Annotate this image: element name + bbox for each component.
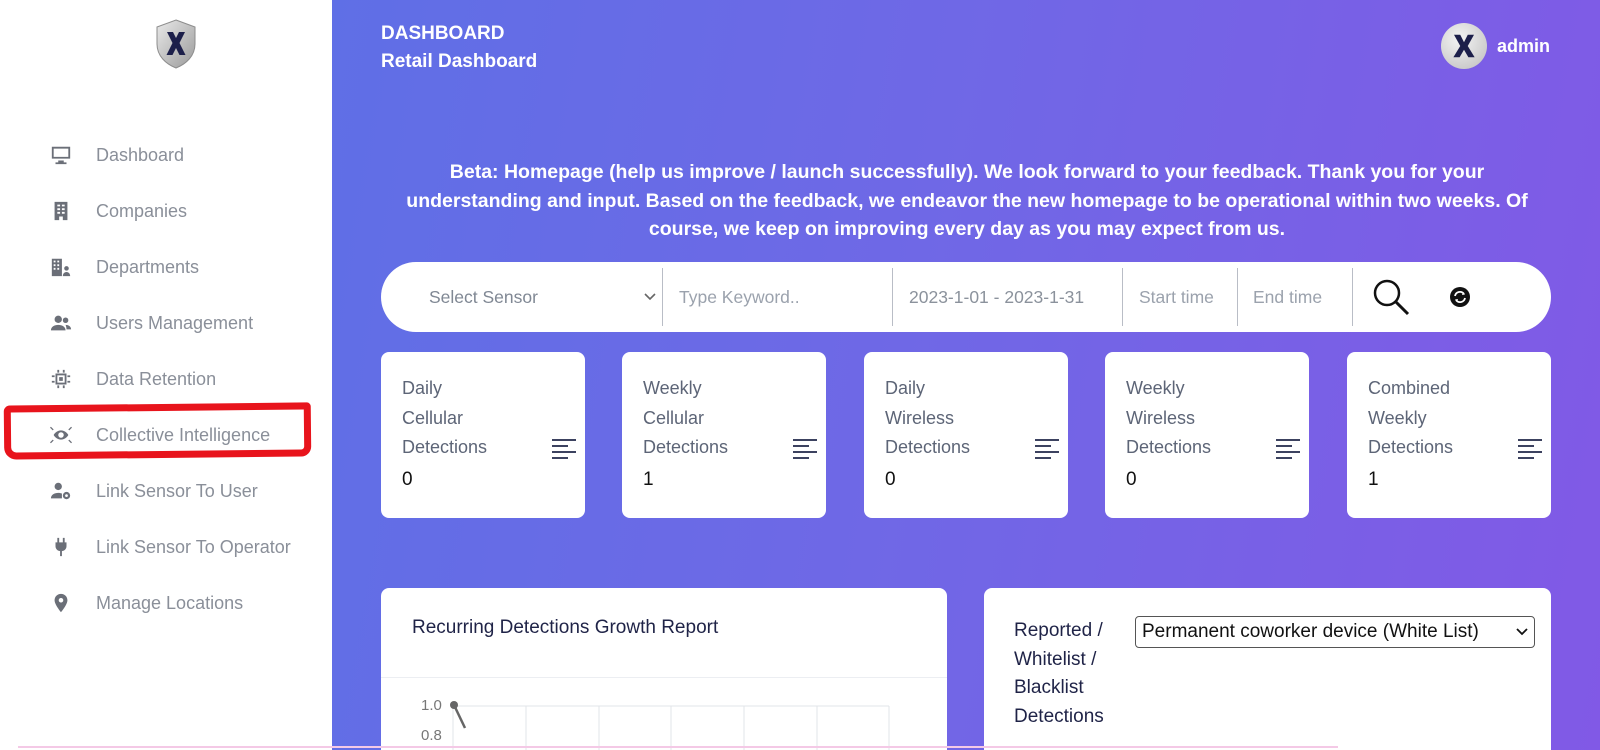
sidebar-item-link-sensor-to-user[interactable]: Link Sensor To User (0, 463, 332, 519)
plug-icon (48, 534, 74, 560)
section-title: DASHBOARD (381, 23, 505, 44)
stat-card-combined-weekly: Combined Weekly Detections 1 (1347, 352, 1551, 518)
stat-value: 1 (1368, 469, 1379, 490)
keyword-input[interactable]: Type Keyword.. (663, 268, 893, 326)
monitor-icon (48, 142, 74, 168)
sidebar-item-label: Data Retention (96, 368, 217, 389)
sidebar-item-label: Manage Locations (96, 592, 244, 613)
user-gear-icon (48, 478, 74, 504)
stat-card-weekly-wireless: Weekly Wireless Detections 0 (1105, 352, 1309, 518)
stat-label: Daily Wireless Detections (885, 378, 971, 457)
beta-notice: Beta: Homepage (help us improve / launch… (406, 161, 1528, 240)
sidebar-item-dashboard[interactable]: Dashboard (0, 127, 332, 183)
building-icon (48, 198, 74, 224)
date-range-input[interactable]: 2023-1-01 - 2023-1-31 (893, 268, 1123, 326)
y-tick-label: 0.8 (421, 727, 442, 744)
data-point[interactable] (450, 701, 458, 709)
list-type-select[interactable]: Permanent coworker device (White List) (1135, 616, 1535, 648)
menu-lines-icon[interactable] (1517, 438, 1543, 460)
menu-lines-icon[interactable] (551, 438, 577, 460)
stat-card-weekly-cellular: Weekly Cellular Detections 1 (622, 352, 826, 518)
filter-actions (1353, 277, 1471, 317)
stat-card-daily-wireless: Daily Wireless Detections 0 (864, 352, 1068, 518)
sidebar-nav: Dashboard Companies Departments Users Ma… (0, 127, 332, 631)
menu-lines-icon[interactable] (1275, 438, 1301, 460)
stat-label: Weekly Wireless Detections (1126, 378, 1212, 457)
stats-cards: Daily Cellular Detections 0 Weekly Cellular… (381, 352, 1551, 518)
sidebar-item-label: Link Sensor To User (96, 480, 258, 501)
list-type-select-value: Permanent coworker device (White List) (1142, 621, 1479, 642)
users-icon (48, 310, 74, 336)
stat-label: Daily Cellular Detections (402, 378, 488, 457)
sidebar-item-label: Link Sensor To Operator (96, 536, 291, 557)
department-icon (48, 254, 74, 280)
sidebar-item-label: Users Management (96, 312, 254, 333)
sidebar-item-companies[interactable]: Companies (0, 183, 332, 239)
stat-card-daily-cellular: Daily Cellular Detections 0 (381, 352, 585, 518)
filter-bar: Select Sensor Type Keyword.. 2023-1-01 -… (381, 262, 1551, 332)
stat-value: 0 (402, 469, 413, 490)
chevron-down-icon (1516, 628, 1528, 636)
user-menu[interactable]: admin (1440, 23, 1550, 69)
chevron-down-icon (644, 293, 656, 301)
sidebar-item-collective-intelligence[interactable]: Collective Intelligence (0, 407, 332, 463)
sidebar-item-label: Departments (96, 256, 200, 277)
y-tick-label: 1.0 (421, 697, 442, 714)
growth-report-chart: 1.0 0.8 (421, 697, 890, 750)
sidebar-item-departments[interactable]: Departments (0, 239, 332, 295)
growth-report-panel: Recurring Detections Growth Report 1.0 0… (381, 588, 947, 750)
sidebar-item-link-sensor-to-operator[interactable]: Link Sensor To Operator (0, 519, 332, 575)
page-title: DASHBOARD Retail Dashboard (381, 20, 537, 76)
search-icon[interactable] (1371, 277, 1411, 317)
stat-value: 1 (643, 469, 654, 490)
divider (381, 677, 947, 678)
stat-value: 0 (1126, 469, 1137, 490)
growth-report-title: Recurring Detections Growth Report (412, 617, 719, 638)
chip-icon (48, 366, 74, 392)
menu-lines-icon[interactable] (792, 438, 818, 460)
stat-value: 0 (885, 469, 896, 490)
avatar-logo-icon (1453, 34, 1475, 58)
sidebar-item-data-retention[interactable]: Data Retention (0, 351, 332, 407)
stat-label: Combined Weekly Detections (1368, 378, 1454, 457)
eye-network-icon (48, 422, 74, 448)
end-time-input[interactable]: End time (1238, 268, 1353, 326)
start-time-input[interactable]: Start time (1123, 268, 1238, 326)
sidebar: Dashboard Companies Departments Users Ma… (0, 0, 332, 750)
sidebar-item-label: Dashboard (96, 144, 185, 165)
sensor-select-value: Select Sensor (429, 286, 538, 307)
stat-label: Weekly Cellular Detections (643, 378, 729, 457)
menu-lines-icon[interactable] (1034, 438, 1060, 460)
sidebar-item-manage-locations[interactable]: Manage Locations (0, 575, 332, 631)
main-content: DASHBOARD Retail Dashboard admin Beta: H… (332, 0, 1600, 750)
sidebar-item-label: Collective Intelligence (96, 424, 271, 445)
username: admin (1496, 35, 1550, 56)
avatar (1440, 23, 1487, 69)
sidebar-item-label: Companies (96, 200, 188, 221)
whitelist-panel: Reported / Whitelist / Blacklist Detecti… (984, 588, 1551, 750)
chart-grid (452, 705, 890, 750)
refresh-icon[interactable] (1449, 286, 1471, 308)
sensor-select[interactable]: Select Sensor (381, 268, 663, 326)
dashboard-subtitle: Retail Dashboard (381, 51, 538, 72)
brand-logo-icon[interactable] (154, 18, 198, 70)
location-pin-icon (48, 590, 74, 616)
whitelist-panel-title: Reported / Whitelist / Blacklist Detecti… (1014, 620, 1104, 727)
sidebar-item-users-management[interactable]: Users Management (0, 295, 332, 351)
